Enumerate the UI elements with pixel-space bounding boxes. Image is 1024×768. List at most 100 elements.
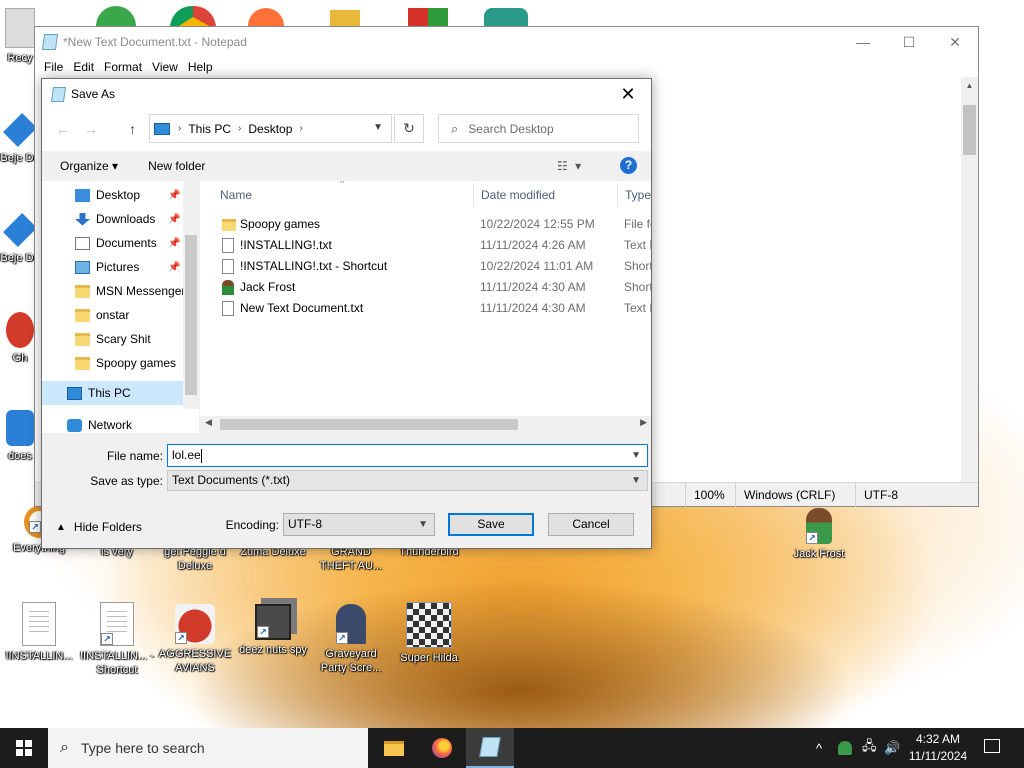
up-arrow-icon[interactable]: ↑ xyxy=(129,121,136,137)
clock-date: 11/11/2024 xyxy=(908,749,968,763)
desktop-icon-installing-shortcut[interactable]: ↗ !INSTALLIN... - Shortcut xyxy=(78,602,156,677)
menu-edit[interactable]: Edit xyxy=(68,60,99,74)
file-row[interactable]: Spoopy games 10/22/2024 12:55 PM File fo xyxy=(200,214,651,235)
encoding-select[interactable]: UTF-8 ▼ xyxy=(283,513,435,536)
scrollbar-thumb[interactable] xyxy=(963,105,976,155)
new-folder-button[interactable]: New folder xyxy=(148,159,205,173)
nav-item-documents[interactable]: Documents 📌 xyxy=(42,231,199,255)
nav-item-scary-shit[interactable]: Scary Shit xyxy=(42,327,199,351)
column-label: Name xyxy=(220,188,253,202)
file-row[interactable]: !INSTALLING!.txt - Shortcut 10/22/2024 1… xyxy=(200,256,651,277)
desktop-icon-installing[interactable]: !INSTALLIN... xyxy=(0,602,78,663)
maximize-button[interactable]: ☐ xyxy=(886,27,932,57)
menu-view[interactable]: View xyxy=(147,60,183,74)
taskbar-firefox[interactable] xyxy=(418,728,466,768)
nav-item-onstar[interactable]: onstar xyxy=(42,303,199,327)
nav-item-pictures[interactable]: Pictures 📌 xyxy=(42,255,199,279)
chevron-down-icon[interactable]: ▼ xyxy=(373,122,383,133)
save-button[interactable]: Save xyxy=(448,513,534,536)
column-header-name[interactable]: Name xyxy=(220,181,252,209)
text-file-icon xyxy=(22,602,56,646)
scroll-right-icon[interactable]: ▶ xyxy=(640,417,647,428)
minimize-button[interactable]: — xyxy=(840,27,886,57)
file-name-input[interactable]: lol.ee ▼ xyxy=(167,444,648,467)
desktop-icon-super-hilda[interactable]: Super Hilda xyxy=(390,602,468,665)
taskbar-search-input[interactable]: ⌕ Type here to search xyxy=(48,728,368,768)
menu-file[interactable]: File xyxy=(39,60,68,74)
status-zoom: 100% xyxy=(685,482,735,507)
nav-item-desktop[interactable]: Desktop 📌 xyxy=(42,183,199,207)
taskbar-clock[interactable]: 4:32 AM 11/11/2024 xyxy=(896,731,980,765)
file-row[interactable]: New Text Document.txt 11/11/2024 4:30 AM… xyxy=(200,298,651,319)
notepad-icon xyxy=(479,737,501,757)
dialog-close-button[interactable]: ✕ xyxy=(605,79,651,109)
start-button[interactable] xyxy=(0,728,48,768)
nav-pane-scrollbar[interactable] xyxy=(183,181,199,409)
file-date: 11/11/2024 4:30 AM xyxy=(480,280,586,294)
file-row[interactable]: !INSTALLING!.txt 11/11/2024 4:26 AM Text… xyxy=(200,235,651,256)
desktop-icon-label: deez nuts spy xyxy=(239,644,307,656)
taskbar-notepad[interactable] xyxy=(466,728,514,768)
angry-bird-icon: ↗ xyxy=(175,604,215,644)
chevron-down-icon[interactable]: ▼ xyxy=(631,445,641,466)
refresh-button[interactable]: ↻ xyxy=(394,114,424,143)
help-icon[interactable]: ? xyxy=(620,157,637,174)
column-header-type[interactable]: Type xyxy=(625,181,651,209)
breadcrumb-desktop[interactable]: Desktop xyxy=(248,122,292,136)
save-as-dialog[interactable]: Save As ✕ ← → ↑ › This PC › Desktop › ▼ … xyxy=(41,78,652,549)
scroll-left-icon[interactable]: ◀ xyxy=(205,417,212,428)
dialog-titlebar[interactable]: Save As xyxy=(42,79,651,109)
desktop-icon-deez-nuts-spy[interactable]: ↗ deez nuts spy xyxy=(234,604,312,657)
msn-icon xyxy=(96,6,136,28)
hide-folders-button[interactable]: ▲ Hide Folders xyxy=(56,520,142,534)
text-file-icon xyxy=(222,301,234,316)
organize-button[interactable]: Organize ▾ xyxy=(60,159,118,173)
nav-item-this-pc[interactable]: This PC xyxy=(42,381,183,405)
breadcrumb-this-pc[interactable]: This PC xyxy=(188,122,231,136)
save-type-select[interactable]: Text Documents (*.txt) ▼ xyxy=(167,470,648,491)
file-row[interactable]: Jack Frost 11/11/2024 4:30 AM Short xyxy=(200,277,651,298)
close-button[interactable]: ✕ xyxy=(932,27,978,57)
notification-icon[interactable] xyxy=(984,739,1000,753)
back-arrow-icon[interactable]: ← xyxy=(56,121,70,137)
show-hidden-icons-chevron-up-icon[interactable]: ^ xyxy=(816,728,822,768)
desktop-icon-label: !INSTALLIN... - Shortcut xyxy=(80,650,154,676)
desktop-icon-label: Gh xyxy=(12,352,28,364)
column-divider[interactable] xyxy=(473,183,474,207)
windows-logo-icon xyxy=(16,740,32,756)
scrollbar-thumb[interactable] xyxy=(185,235,197,395)
chevron-up-icon: ▲ xyxy=(56,521,66,533)
taskbar-file-explorer[interactable] xyxy=(370,728,418,768)
notepad-titlebar[interactable]: *New Text Document.txt - Notepad xyxy=(35,27,978,57)
nav-item-network[interactable]: Network xyxy=(42,413,199,433)
chevron-right-icon: › xyxy=(178,123,182,134)
desktop-icon-label: AGGRESSIVE AVIANS xyxy=(158,648,232,674)
menu-help[interactable]: Help xyxy=(183,60,218,74)
file-date: 10/22/2024 11:01 AM xyxy=(480,259,594,273)
nav-item-downloads[interactable]: Downloads 📌 xyxy=(42,207,199,231)
nav-item-spoopy-games[interactable]: Spoopy games xyxy=(42,351,199,375)
cancel-button[interactable]: Cancel xyxy=(548,513,634,536)
person-tray-icon[interactable] xyxy=(838,728,852,768)
desktop-icon-label: Graveyard Party Scre... xyxy=(320,648,382,674)
column-header-date-modified[interactable]: Date modified xyxy=(481,181,555,209)
forward-arrow-icon[interactable]: → xyxy=(84,121,98,137)
desktop-icon-aggressive-avians[interactable]: ↗ AGGRESSIVE AVIANS xyxy=(156,604,234,675)
view-options-icon[interactable]: ☷ ▾ xyxy=(557,159,583,173)
nav-item-label: Desktop xyxy=(96,188,141,202)
file-list-horizontal-scrollbar[interactable]: ◀ ▶ xyxy=(200,416,651,433)
menu-format[interactable]: Format xyxy=(99,60,147,74)
notepad-vertical-scrollbar[interactable]: ▲ ▼ xyxy=(961,77,978,495)
folder-icon xyxy=(75,308,90,322)
network-icon xyxy=(67,418,82,432)
search-input[interactable]: ⌕ Search Desktop xyxy=(438,114,639,143)
desktop-icon-label: get Peggle d Deluxe xyxy=(164,546,226,572)
network-icon[interactable]: 🖧 xyxy=(862,728,877,768)
scroll-up-icon[interactable]: ▲ xyxy=(961,81,978,90)
column-divider[interactable] xyxy=(617,183,618,207)
scrollbar-thumb[interactable] xyxy=(220,419,518,430)
desktop-icon-graveyard[interactable]: ↗ Graveyard Party Scre... xyxy=(312,604,390,675)
address-bar[interactable]: › This PC › Desktop › ▼ xyxy=(149,114,392,143)
desktop-icon-jack-frost[interactable]: ↗ Jack Frost xyxy=(780,508,858,561)
nav-item-msn-messenger[interactable]: MSN Messenger xyxy=(42,279,199,303)
